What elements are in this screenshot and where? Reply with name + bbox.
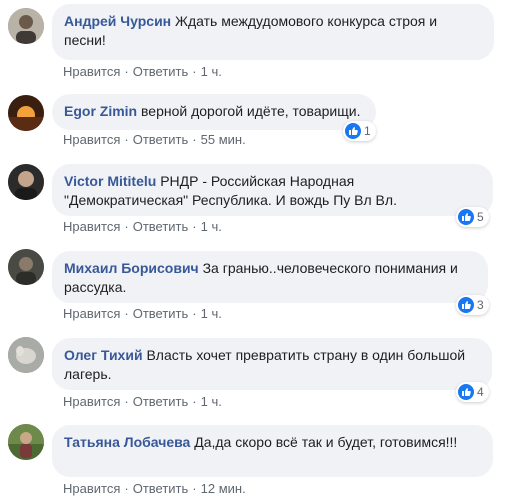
avatar[interactable] [8,337,44,373]
thumbs-up-icon [458,209,474,225]
like-button[interactable]: Нравится [63,306,120,321]
comment-bubble: Михаил Борисович За гранью..человеческог… [52,251,488,303]
comment-bubble: Татьяна Лобачева Да,да скоро всё так и б… [52,425,493,477]
comment-actions: Нравится · Ответить · 55 мин. [63,132,246,147]
comment-time[interactable]: 12 мин. [201,481,246,496]
reaction-count: 3 [477,298,484,312]
comment-author[interactable]: Олег Тихий [64,347,143,363]
separator: · [192,394,197,409]
comment-time[interactable]: 1 ч. [201,306,222,321]
comment-actions: Нравится · Ответить · 1 ч. [63,306,222,321]
like-button[interactable]: Нравится [63,481,120,496]
comment-actions: Нравится · Ответить · 1 ч. [63,64,222,79]
reaction-badge[interactable]: 5 [456,207,489,227]
reaction-badge[interactable]: 1 [343,121,376,141]
comment-time[interactable]: 1 ч. [201,64,222,79]
separator: · [124,64,129,79]
comment-bubble: Egor Zimin верной дорогой идёте, товарищ… [52,94,376,130]
separator: · [192,481,197,496]
reply-button[interactable]: Ответить [133,132,189,147]
like-button[interactable]: Нравится [63,64,120,79]
separator: · [192,64,197,79]
comment-time[interactable]: 1 ч. [201,394,222,409]
separator: · [192,306,197,321]
reply-button[interactable]: Ответить [133,219,189,234]
reaction-count: 5 [477,210,484,224]
avatar[interactable] [8,424,44,460]
like-button[interactable]: Нравится [63,394,120,409]
comment-time[interactable]: 55 мин. [201,132,246,147]
reaction-count: 4 [477,385,484,399]
separator: · [124,481,129,496]
comment-actions: Нравится · Ответить · 1 ч. [63,219,222,234]
separator: · [124,394,129,409]
thumbs-up-icon [458,297,474,313]
comment-bubble: Victor Mititelu РНДР - Российская Народн… [52,164,493,216]
separator: · [192,219,197,234]
comment-bubble: Олег Тихий Власть хочет превратить стран… [52,338,492,390]
reply-button[interactable]: Ответить [133,64,189,79]
separator: · [192,132,197,147]
separator: · [124,132,129,147]
like-button[interactable]: Нравится [63,219,120,234]
avatar[interactable] [8,249,44,285]
comment-text: Да,да скоро всё так и будет, готовимся!!… [194,434,458,450]
comment-author[interactable]: Egor Zimin [64,103,137,119]
comment-time[interactable]: 1 ч. [201,219,222,234]
reaction-badge[interactable]: 4 [456,382,489,402]
avatar[interactable] [8,8,44,44]
separator: · [124,219,129,234]
comment-author[interactable]: Михаил Борисович [64,260,199,276]
comment-author[interactable]: Татьяна Лобачева [64,434,190,450]
like-button[interactable]: Нравится [63,132,120,147]
avatar[interactable] [8,164,44,200]
comment-text: верной дорогой идёте, товарищи. [141,103,361,119]
reply-button[interactable]: Ответить [133,394,189,409]
thumbs-up-icon [458,384,474,400]
reply-button[interactable]: Ответить [133,481,189,496]
reaction-count: 1 [364,124,371,138]
separator: · [124,306,129,321]
thumbs-up-icon [345,123,361,139]
reaction-badge[interactable]: 3 [456,295,489,315]
avatar[interactable] [8,95,44,131]
comment-actions: Нравится · Ответить · 12 мин. [63,481,246,496]
comment-bubble: Андрей Чурсин Ждать междудомового конкур… [52,4,494,60]
comment-author[interactable]: Victor Mititelu [64,173,156,189]
reply-button[interactable]: Ответить [133,306,189,321]
comment-author[interactable]: Андрей Чурсин [64,13,171,29]
comment-actions: Нравится · Ответить · 1 ч. [63,394,222,409]
